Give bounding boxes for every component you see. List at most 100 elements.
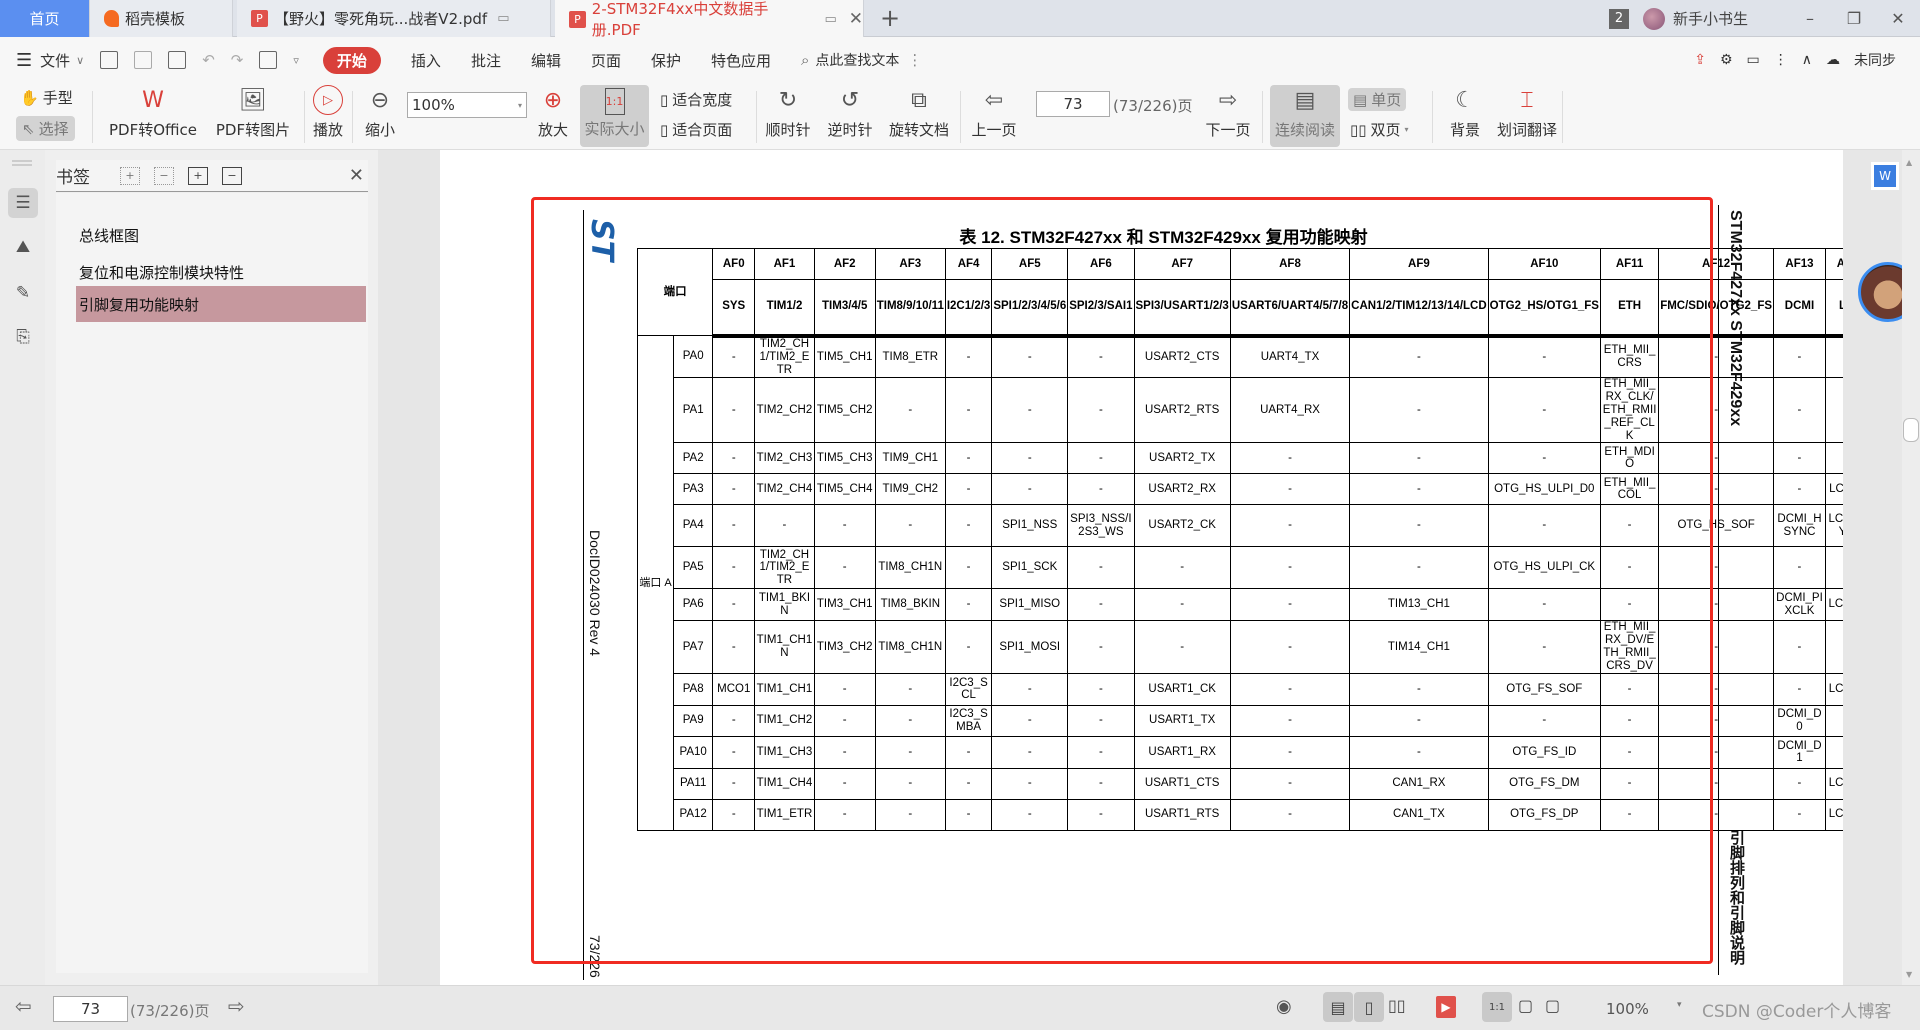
annotation-pen-icon[interactable]: ✎ — [8, 278, 38, 308]
close-window-button[interactable]: ✕ — [1876, 9, 1920, 28]
bookmark-item[interactable]: 总线框图 — [76, 217, 366, 253]
menu-insert[interactable]: 插入 — [411, 50, 441, 71]
save-icon[interactable] — [134, 51, 153, 69]
thumbnail-icon[interactable]: ⛰ — [8, 232, 38, 262]
tab-docer-templates[interactable]: 稻壳模板 — [90, 0, 233, 37]
minimize-button[interactable]: – — [1788, 9, 1832, 28]
tab-label: 2-STM32F4xx中文数据手册.PDF — [591, 0, 769, 39]
pdf-to-image-button[interactable]: 🖼 PDF转图片 — [214, 85, 292, 140]
pdf-to-word-float-icon[interactable]: W — [1871, 162, 1899, 190]
status-page-input[interactable]: 73 — [53, 996, 128, 1022]
remove-bookmark-icon[interactable]: − — [222, 166, 242, 185]
add-bookmark-icon[interactable]: + — [188, 166, 208, 185]
prev-page-button[interactable]: ⇦ 上一页 — [968, 85, 1020, 140]
select-tool-button[interactable]: ⇖ 选择 — [16, 116, 75, 141]
scroll-thumb[interactable] — [1903, 418, 1919, 442]
next-page-arrow-icon[interactable]: ⇨ — [228, 994, 245, 1018]
zoom-out-button[interactable]: ⊖ 缩小 — [360, 85, 400, 140]
new-tab-button[interactable]: + — [880, 4, 900, 32]
undo-icon[interactable]: ↶ — [202, 51, 215, 69]
open-folder-icon[interactable] — [100, 51, 119, 69]
tab-stm32-datasheet[interactable]: P 2-STM32F4xx中文数据手册.PDF ▭ ✕ — [555, 0, 864, 39]
user-name[interactable]: 新手小书生 — [1673, 8, 1748, 29]
af-header: AF13 — [1773, 248, 1826, 280]
single-page-button[interactable]: ▤ 单页 — [1348, 88, 1407, 111]
word-translate-button[interactable]: ⌶ 划词翻译 — [1492, 85, 1562, 140]
background-button[interactable]: ☾ 背景 — [1440, 85, 1490, 140]
bookmark-item-active[interactable]: 引脚复用功能映射 — [76, 286, 366, 322]
vertical-scrollbar[interactable]: ▲ ▼ — [1902, 150, 1920, 985]
fit-page-status-icon[interactable]: ▢ — [1518, 996, 1533, 1015]
double-view-icon[interactable]: ▯▯ — [1388, 996, 1406, 1015]
tab-home[interactable]: 首页 — [0, 0, 90, 37]
page-number-value: 73 — [1063, 95, 1083, 113]
menu-edit[interactable]: 编辑 — [531, 50, 561, 71]
attachment-icon[interactable]: ⎘ — [8, 322, 38, 352]
close-panel-icon[interactable]: ✕ — [349, 165, 364, 186]
comment-icon[interactable]: ▭ — [1747, 52, 1760, 68]
hand-icon: ✋ — [20, 88, 39, 107]
find-text-input[interactable]: 点此查找文本 — [815, 50, 899, 70]
share-icon[interactable]: ⇪ — [1694, 52, 1706, 68]
actual-size-button[interactable]: 1:1 实际大小 — [580, 85, 649, 147]
continuous-label: 连续阅读 — [1274, 121, 1335, 139]
rotate-clockwise-button[interactable]: ↻ 顺时针 — [762, 85, 814, 140]
settings-icon[interactable]: ⚙ — [1720, 52, 1733, 68]
rotate-document-button[interactable]: ⧉ 旋转文档 — [886, 85, 952, 140]
monitor-icon: ▭ — [497, 11, 510, 26]
more-icon[interactable]: ⋮ — [907, 51, 922, 69]
menu-start[interactable]: 开始 — [322, 46, 381, 74]
sync-status[interactable]: 未同步 — [1854, 50, 1896, 70]
eye-protection-icon[interactable]: ◉ — [1276, 996, 1292, 1017]
actual-size-status-icon[interactable]: 1:1 — [1482, 992, 1512, 1022]
more-quick-icon[interactable]: ▿ — [293, 54, 299, 67]
more-icon[interactable]: ⋮ — [1774, 52, 1788, 68]
print-icon[interactable] — [168, 51, 187, 69]
double-page-button[interactable]: ▯▯ 双页 ▾ — [1350, 119, 1409, 140]
play-slideshow-icon[interactable]: ▶ — [1436, 996, 1456, 1018]
tab-label: 首页 — [29, 10, 60, 28]
page-number-input[interactable]: 73 — [1036, 91, 1110, 117]
pdf-icon: P — [251, 10, 268, 27]
bookmark-panel-icon[interactable]: ☰ — [8, 188, 38, 218]
dropdown-arrow-icon: ▾ — [517, 100, 522, 110]
status-zoom-value[interactable]: 100% — [1606, 1000, 1649, 1018]
file-menu[interactable]: 文件 — [40, 50, 70, 71]
collapse-all-icon[interactable]: − — [154, 166, 174, 185]
menu-protect[interactable]: 保护 — [651, 50, 681, 71]
window-count-badge[interactable]: 2 — [1608, 8, 1629, 29]
continuous-view-icon[interactable]: ▤ — [1323, 992, 1353, 1022]
menu-page[interactable]: 页面 — [591, 50, 621, 71]
play-button[interactable]: ▷ 播放 — [310, 85, 346, 140]
tab-pdf-yehuo[interactable]: P 【野火】零死角玩...战者V2.pdf ▭ — [237, 0, 551, 37]
bookmark-item[interactable]: 复位和电源控制模块特性 — [76, 254, 366, 290]
export-word-icon[interactable] — [259, 51, 278, 69]
hand-tool-button[interactable]: ✋ 手型 — [20, 87, 73, 108]
continuous-read-button[interactable]: ▤ 连续阅读 — [1270, 85, 1340, 147]
bookmark-label: 引脚复用功能映射 — [79, 295, 200, 314]
fit-width-status-icon[interactable]: ▢ — [1545, 996, 1560, 1015]
pdf-to-office-button[interactable]: W PDF转Office — [104, 85, 202, 140]
user-avatar-small[interactable] — [1642, 7, 1665, 30]
zoom-in-button[interactable]: ⊕ 放大 — [533, 85, 573, 140]
expand-all-icon[interactable]: + — [120, 166, 140, 185]
single-view-icon[interactable]: ▯ — [1354, 992, 1384, 1022]
fit-page-button[interactable]: ▯ 适合页面 — [660, 119, 732, 140]
close-tab-icon[interactable]: ✕ — [849, 9, 863, 29]
pdf-to-word-icon: W — [142, 87, 164, 113]
status-page-value: 73 — [80, 1000, 101, 1018]
menu-special[interactable]: 特色应用 — [711, 50, 771, 71]
scroll-up-arrow[interactable]: ▲ — [1906, 158, 1912, 167]
zoom-select[interactable]: 100% ▾ — [407, 92, 527, 118]
restore-button[interactable]: ❐ — [1832, 9, 1876, 28]
next-page-button[interactable]: ⇨ 下一页 — [1202, 85, 1254, 140]
collapse-ribbon-icon[interactable]: ∧ — [1802, 52, 1812, 68]
menu-annotate[interactable]: 批注 — [471, 50, 501, 71]
fit-width-button[interactable]: ▯ 适合宽度 — [660, 89, 732, 110]
scroll-down-arrow[interactable]: ▼ — [1906, 970, 1912, 979]
redo-icon[interactable]: ↷ — [231, 51, 244, 69]
zoom-dropdown-icon[interactable]: ▾ — [1677, 1000, 1682, 1010]
hamburger-icon[interactable]: ☰ — [16, 50, 32, 71]
rotate-counterclockwise-button[interactable]: ↺ 逆时针 — [824, 85, 876, 140]
prev-page-arrow-icon[interactable]: ⇦ — [15, 994, 32, 1018]
